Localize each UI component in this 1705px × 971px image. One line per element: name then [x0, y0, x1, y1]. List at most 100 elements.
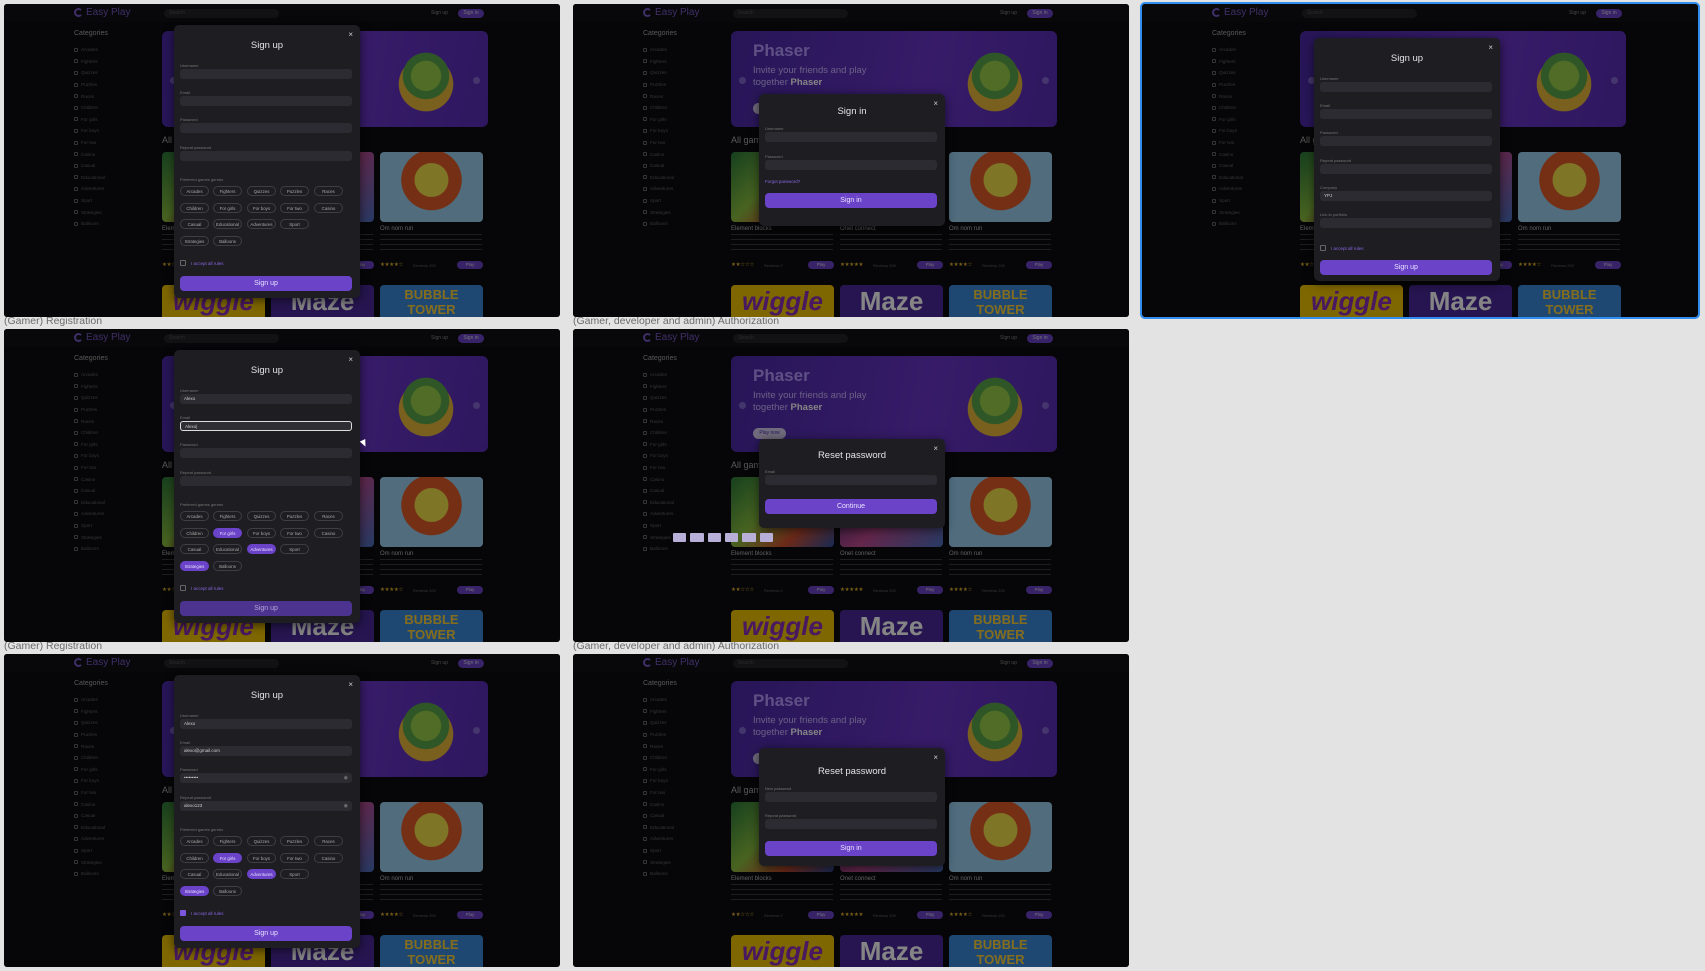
- portfolio-link-field[interactable]: [1320, 218, 1492, 228]
- close-icon[interactable]: ×: [348, 355, 353, 364]
- password-field[interactable]: [765, 160, 937, 170]
- genre-chip[interactable]: Races: [314, 186, 343, 196]
- genre-chip[interactable]: Sport: [280, 869, 309, 879]
- accept-checkbox[interactable]: [180, 910, 186, 916]
- close-icon[interactable]: ×: [348, 30, 353, 39]
- genre-chip[interactable]: For boys: [247, 852, 276, 863]
- screen-frame[interactable]: Easy Play Search Sign up Sign in Categories A…: [573, 654, 1129, 967]
- signin-submit-button[interactable]: Sign in: [765, 841, 937, 856]
- screen-frame[interactable]: Easy Play Search Sign up Sign in Categories A…: [1140, 2, 1700, 319]
- close-icon[interactable]: ×: [348, 680, 353, 689]
- signup-submit-button[interactable]: Sign up: [180, 926, 352, 941]
- email-field[interactable]: [765, 475, 937, 485]
- genre-chip[interactable]: Casino: [314, 527, 343, 538]
- screen-frame[interactable]: Easy Play Search Sign up Sign in Categories A…: [4, 329, 560, 642]
- genre-chip[interactable]: For girls: [213, 852, 242, 863]
- repeat-password-field[interactable]: [1320, 164, 1492, 174]
- rules-link[interactable]: rules: [214, 586, 224, 591]
- repeat-password-field[interactable]: alexo123 ◉: [180, 801, 352, 811]
- genre-chip[interactable]: Adventures: [247, 869, 276, 879]
- repeat-password-field[interactable]: [180, 151, 352, 161]
- signin-submit-button[interactable]: Sign in: [765, 193, 937, 208]
- new-password-field[interactable]: [765, 792, 937, 802]
- genre-chip[interactable]: For girls: [213, 527, 242, 538]
- genre-chip[interactable]: Arcades: [180, 511, 209, 521]
- genre-chip[interactable]: Adventures: [247, 219, 276, 229]
- genre-chip[interactable]: Children: [180, 202, 209, 213]
- password-field[interactable]: [1320, 136, 1492, 146]
- screen-frame[interactable]: Easy Play Search Sign up Sign in Categories A…: [4, 654, 560, 967]
- company-field[interactable]: YPJ: [1320, 191, 1492, 201]
- genre-chip[interactable]: Educational: [213, 544, 242, 554]
- genre-chip[interactable]: Educational: [213, 219, 242, 229]
- username-field[interactable]: [180, 69, 352, 79]
- signup-submit-button[interactable]: Sign up: [180, 276, 352, 291]
- screen-frame[interactable]: Easy Play Search Sign up Sign in Categories A…: [573, 4, 1129, 317]
- close-icon[interactable]: ×: [933, 99, 938, 108]
- repeat-password-field[interactable]: [180, 476, 352, 486]
- genre-chip[interactable]: Fighters: [213, 186, 242, 196]
- email-field[interactable]: Alexo|: [180, 421, 352, 431]
- genre-chip[interactable]: For boys: [247, 202, 276, 213]
- genre-chip[interactable]: Strategies: [180, 560, 209, 571]
- password-field[interactable]: [180, 448, 352, 458]
- close-icon[interactable]: ×: [933, 444, 938, 453]
- forgot-password-link[interactable]: Forgot password?: [765, 179, 800, 184]
- rules-link[interactable]: rules: [214, 911, 224, 916]
- genre-chip[interactable]: For two: [280, 202, 309, 213]
- genre-chip[interactable]: For boys: [247, 527, 276, 538]
- screen-frame[interactable]: Easy Play Search Sign up Sign in Categories A…: [4, 4, 560, 317]
- accept-checkbox[interactable]: [1320, 245, 1326, 251]
- genre-chip[interactable]: Casual: [180, 544, 209, 554]
- accept-checkbox[interactable]: [180, 585, 186, 591]
- username-field[interactable]: [765, 132, 937, 142]
- genre-chip[interactable]: For two: [280, 852, 309, 863]
- password-field[interactable]: [180, 123, 352, 133]
- genre-chip[interactable]: Fighters: [213, 511, 242, 521]
- genre-chip[interactable]: Balloons: [213, 560, 242, 571]
- genre-chip[interactable]: Puzzles: [280, 511, 309, 521]
- close-icon[interactable]: ×: [933, 753, 938, 762]
- genre-chip[interactable]: Casual: [180, 219, 209, 229]
- genre-chip[interactable]: Races: [314, 836, 343, 846]
- eye-icon[interactable]: ◉: [344, 773, 348, 783]
- genre-chip[interactable]: Arcades: [180, 186, 209, 196]
- email-field[interactable]: [1320, 109, 1492, 119]
- genre-chip[interactable]: Casino: [314, 202, 343, 213]
- genre-chip[interactable]: Children: [180, 852, 209, 863]
- genre-chip[interactable]: Educational: [213, 869, 242, 879]
- rules-link[interactable]: rules: [214, 261, 224, 266]
- username-field[interactable]: Alexo: [180, 719, 352, 729]
- repeat-password-field[interactable]: [765, 819, 937, 829]
- genre-chip[interactable]: Quizzes: [247, 836, 276, 846]
- genre-chip[interactable]: Strategies: [180, 885, 209, 896]
- genre-chip[interactable]: Strategies: [180, 235, 209, 246]
- genre-chip[interactable]: Fighters: [213, 836, 242, 846]
- genre-chip[interactable]: Puzzles: [280, 836, 309, 846]
- genre-chip[interactable]: Adventures: [247, 544, 276, 554]
- screen-frame[interactable]: Easy Play Search Sign up Sign in Categories A…: [573, 329, 1129, 642]
- genre-chip[interactable]: For girls: [213, 202, 242, 213]
- genre-chip[interactable]: Balloons: [213, 885, 242, 896]
- genre-chip[interactable]: Puzzles: [280, 186, 309, 196]
- genre-chip[interactable]: Quizzes: [247, 511, 276, 521]
- username-field[interactable]: [1320, 82, 1492, 92]
- eye-icon[interactable]: ◉: [344, 801, 348, 811]
- continue-button[interactable]: Continue: [765, 499, 937, 514]
- email-field[interactable]: alexo@gmail.com: [180, 746, 352, 756]
- genre-chip[interactable]: Sport: [280, 544, 309, 554]
- email-field[interactable]: [180, 96, 352, 106]
- signup-submit-button[interactable]: Sign up: [1320, 260, 1492, 275]
- username-field[interactable]: Alexo: [180, 394, 352, 404]
- signup-submit-button[interactable]: Sign up: [180, 601, 352, 616]
- close-icon[interactable]: ×: [1488, 43, 1493, 52]
- genre-chip[interactable]: Races: [314, 511, 343, 521]
- genre-chip[interactable]: Balloons: [213, 235, 242, 246]
- genre-chip[interactable]: Casual: [180, 869, 209, 879]
- accept-checkbox[interactable]: [180, 260, 186, 266]
- password-field[interactable]: ••••••••• ◉: [180, 773, 352, 783]
- genre-chip[interactable]: Casino: [314, 852, 343, 863]
- rules-link[interactable]: rules: [1354, 246, 1364, 251]
- genre-chip[interactable]: Children: [180, 527, 209, 538]
- genre-chip[interactable]: Quizzes: [247, 186, 276, 196]
